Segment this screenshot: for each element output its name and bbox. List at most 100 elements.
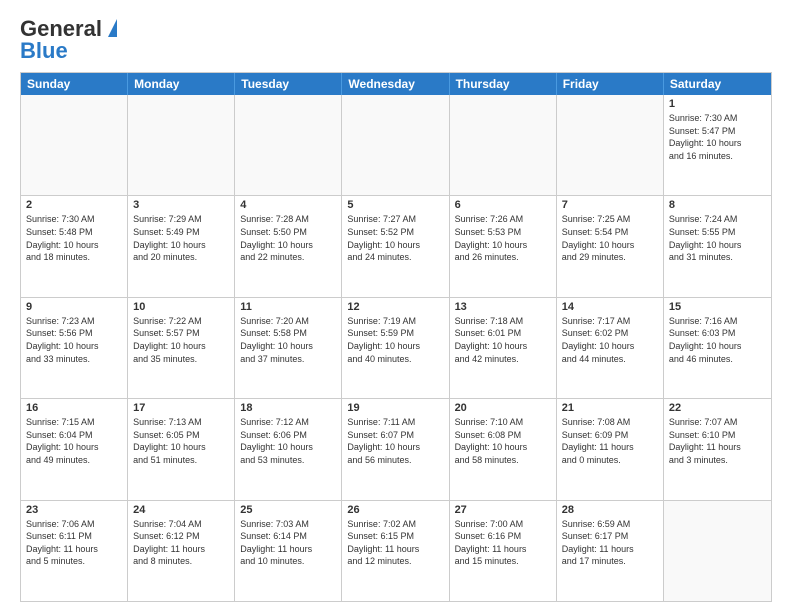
cal-cell: 20Sunrise: 7:10 AM Sunset: 6:08 PM Dayli… <box>450 399 557 499</box>
cal-cell: 12Sunrise: 7:19 AM Sunset: 5:59 PM Dayli… <box>342 298 449 398</box>
day-info: Sunrise: 7:13 AM Sunset: 6:05 PM Dayligh… <box>133 416 229 466</box>
day-info: Sunrise: 7:22 AM Sunset: 5:57 PM Dayligh… <box>133 315 229 365</box>
cal-cell: 16 Sunrise: 7:15 AM Sunset: 6:04 PM Dayli… <box>21 399 128 499</box>
day-info: Sunrise: 7:27 AM Sunset: 5:52 PM Dayligh… <box>347 213 443 263</box>
day-number: 1 <box>669 98 766 110</box>
day-info: Sunrise: 7:20 AM Sunset: 5:58 PM Dayligh… <box>240 315 336 365</box>
cal-cell: 10 Sunrise: 7:22 AM Sunset: 5:57 PM Dayli… <box>128 298 235 398</box>
day-number: 19 <box>347 402 443 414</box>
cal-week-3: 16 Sunrise: 7:15 AM Sunset: 6:04 PM Dayli… <box>21 398 771 499</box>
day-number: 27 <box>455 504 551 516</box>
day-info: Sunrise: 7:15 AM Sunset: 6:04 PM Dayligh… <box>26 416 122 466</box>
cal-week-2: 9 Sunrise: 7:23 AM Sunset: 5:56 PM Daylig… <box>21 297 771 398</box>
cal-cell: 18 Sunrise: 7:12 AM Sunset: 6:06 PM Dayli… <box>235 399 342 499</box>
cal-week-0: 1 Sunrise: 7:30 AM Sunset: 5:47 PM Daylig… <box>21 95 771 195</box>
cal-cell: 22 Sunrise: 7:07 AM Sunset: 6:10 PM Dayli… <box>664 399 771 499</box>
cal-cell: 4 Sunrise: 7:28 AM Sunset: 5:50 PM Daylig… <box>235 196 342 296</box>
day-info: Sunrise: 7:26 AM Sunset: 5:53 PM Dayligh… <box>455 213 551 263</box>
cal-cell: 21 Sunrise: 7:08 AM Sunset: 6:09 PM Dayli… <box>557 399 664 499</box>
cal-header-wednesday: Wednesday <box>342 73 449 95</box>
cal-cell: 8 Sunrise: 7:24 AM Sunset: 5:55 PM Daylig… <box>664 196 771 296</box>
day-number: 2 <box>26 199 122 211</box>
cal-cell: 24 Sunrise: 7:04 AM Sunset: 6:12 PM Dayli… <box>128 501 235 601</box>
day-info: Sunrise: 7:12 AM Sunset: 6:06 PM Dayligh… <box>240 416 336 466</box>
day-info: Sunrise: 7:11 AM Sunset: 6:07 PM Dayligh… <box>347 416 443 466</box>
cal-cell: 11 Sunrise: 7:20 AM Sunset: 5:58 PM Dayli… <box>235 298 342 398</box>
day-info: Sunrise: 7:19 AM Sunset: 5:59 PM Dayligh… <box>347 315 443 365</box>
day-number: 5 <box>347 199 443 211</box>
day-number: 10 <box>133 301 229 313</box>
day-info: Sunrise: 7:17 AM Sunset: 6:02 PM Dayligh… <box>562 315 658 365</box>
day-number: 7 <box>562 199 658 211</box>
cal-cell: 15 Sunrise: 7:16 AM Sunset: 6:03 PM Dayli… <box>664 298 771 398</box>
cal-header-saturday: Saturday <box>664 73 771 95</box>
calendar-body: 1 Sunrise: 7:30 AM Sunset: 5:47 PM Daylig… <box>21 95 771 601</box>
cal-cell: 3Sunrise: 7:29 AM Sunset: 5:49 PM Daylig… <box>128 196 235 296</box>
day-number: 21 <box>562 402 658 414</box>
cal-cell: 2 Sunrise: 7:30 AM Sunset: 5:48 PM Daylig… <box>21 196 128 296</box>
day-info: Sunrise: 7:07 AM Sunset: 6:10 PM Dayligh… <box>669 416 766 466</box>
cal-cell: 25 Sunrise: 7:03 AM Sunset: 6:14 PM Dayli… <box>235 501 342 601</box>
day-number: 11 <box>240 301 336 313</box>
day-info: Sunrise: 7:08 AM Sunset: 6:09 PM Dayligh… <box>562 416 658 466</box>
cal-cell: 19 Sunrise: 7:11 AM Sunset: 6:07 PM Dayli… <box>342 399 449 499</box>
cal-cell: 23 Sunrise: 7:06 AM Sunset: 6:11 PM Dayli… <box>21 501 128 601</box>
cal-week-1: 2 Sunrise: 7:30 AM Sunset: 5:48 PM Daylig… <box>21 195 771 296</box>
cal-cell: 17 Sunrise: 7:13 AM Sunset: 6:05 PM Dayli… <box>128 399 235 499</box>
day-number: 18 <box>240 402 336 414</box>
day-info: Sunrise: 7:00 AM Sunset: 6:16 PM Dayligh… <box>455 518 551 568</box>
day-info: Sunrise: 7:30 AM Sunset: 5:47 PM Dayligh… <box>669 112 766 162</box>
day-info: Sunrise: 6:59 AM Sunset: 6:17 PM Dayligh… <box>562 518 658 568</box>
cal-week-4: 23 Sunrise: 7:06 AM Sunset: 6:11 PM Dayli… <box>21 500 771 601</box>
day-info: Sunrise: 7:18 AM Sunset: 6:01 PM Dayligh… <box>455 315 551 365</box>
day-number: 26 <box>347 504 443 516</box>
cal-cell: 26 Sunrise: 7:02 AM Sunset: 6:15 PM Dayli… <box>342 501 449 601</box>
day-info: Sunrise: 7:23 AM Sunset: 5:56 PM Dayligh… <box>26 315 122 365</box>
day-number: 23 <box>26 504 122 516</box>
cal-header-thursday: Thursday <box>450 73 557 95</box>
day-info: Sunrise: 7:10 AM Sunset: 6:08 PM Dayligh… <box>455 416 551 466</box>
day-number: 13 <box>455 301 551 313</box>
day-number: 6 <box>455 199 551 211</box>
cal-cell: 1 Sunrise: 7:30 AM Sunset: 5:47 PM Daylig… <box>664 95 771 195</box>
day-number: 3 <box>133 199 229 211</box>
cal-cell: 27 Sunrise: 7:00 AM Sunset: 6:16 PM Dayli… <box>450 501 557 601</box>
cal-cell: 9 Sunrise: 7:23 AM Sunset: 5:56 PM Daylig… <box>21 298 128 398</box>
header: General Blue <box>20 16 772 64</box>
day-info: Sunrise: 7:03 AM Sunset: 6:14 PM Dayligh… <box>240 518 336 568</box>
cal-cell <box>21 95 128 195</box>
cal-cell: 7 Sunrise: 7:25 AM Sunset: 5:54 PM Daylig… <box>557 196 664 296</box>
cal-header-friday: Friday <box>557 73 664 95</box>
cal-cell: 14 Sunrise: 7:17 AM Sunset: 6:02 PM Dayli… <box>557 298 664 398</box>
day-info: Sunrise: 7:06 AM Sunset: 6:11 PM Dayligh… <box>26 518 122 568</box>
day-info: Sunrise: 7:25 AM Sunset: 5:54 PM Dayligh… <box>562 213 658 263</box>
day-number: 16 <box>26 402 122 414</box>
cal-cell <box>450 95 557 195</box>
day-number: 15 <box>669 301 766 313</box>
day-number: 25 <box>240 504 336 516</box>
cal-cell <box>664 501 771 601</box>
cal-header-sunday: Sunday <box>21 73 128 95</box>
day-info: Sunrise: 7:30 AM Sunset: 5:48 PM Dayligh… <box>26 213 122 263</box>
day-number: 17 <box>133 402 229 414</box>
day-number: 4 <box>240 199 336 211</box>
cal-cell: 28Sunrise: 6:59 AM Sunset: 6:17 PM Dayli… <box>557 501 664 601</box>
cal-cell <box>557 95 664 195</box>
logo: General Blue <box>20 16 117 64</box>
day-number: 22 <box>669 402 766 414</box>
logo-blue: Blue <box>20 38 68 64</box>
cal-header-monday: Monday <box>128 73 235 95</box>
day-number: 24 <box>133 504 229 516</box>
day-number: 9 <box>26 301 122 313</box>
day-number: 14 <box>562 301 658 313</box>
day-info: Sunrise: 7:04 AM Sunset: 6:12 PM Dayligh… <box>133 518 229 568</box>
cal-cell: 5 Sunrise: 7:27 AM Sunset: 5:52 PM Daylig… <box>342 196 449 296</box>
day-info: Sunrise: 7:16 AM Sunset: 6:03 PM Dayligh… <box>669 315 766 365</box>
cal-cell <box>235 95 342 195</box>
day-info: Sunrise: 7:24 AM Sunset: 5:55 PM Dayligh… <box>669 213 766 263</box>
logo-arrow-icon <box>108 19 117 37</box>
day-info: Sunrise: 7:02 AM Sunset: 6:15 PM Dayligh… <box>347 518 443 568</box>
day-info: Sunrise: 7:28 AM Sunset: 5:50 PM Dayligh… <box>240 213 336 263</box>
page: General Blue SundayMondayTuesdayWednesda… <box>0 0 792 612</box>
day-number: 8 <box>669 199 766 211</box>
